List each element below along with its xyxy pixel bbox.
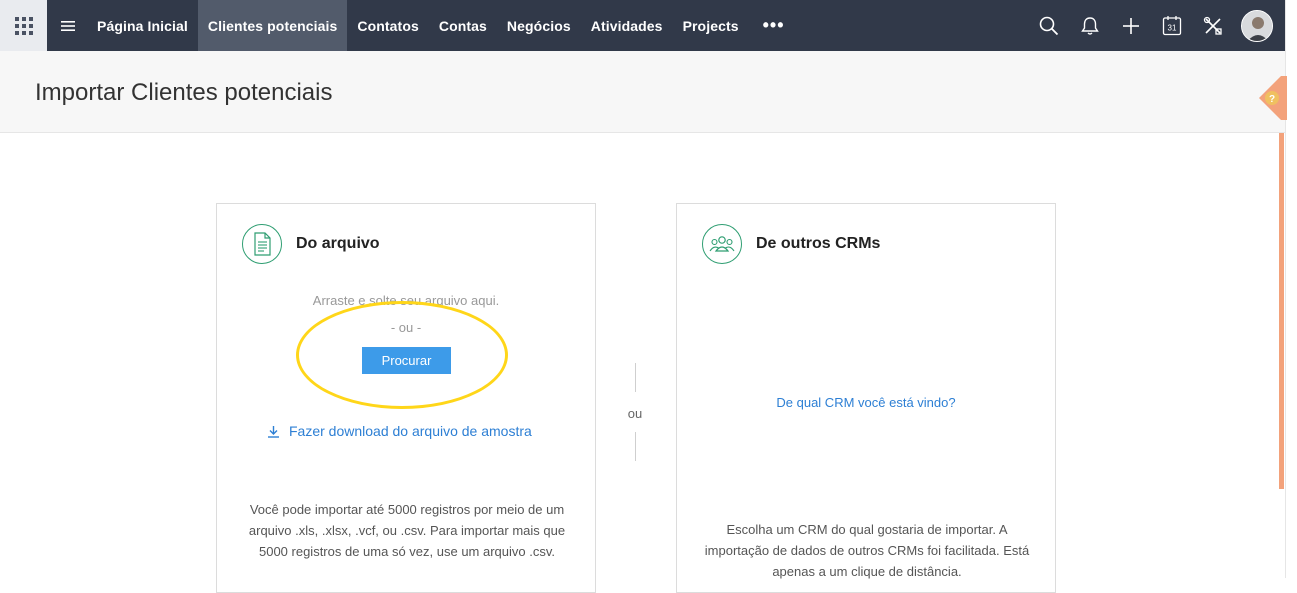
- help-button[interactable]: ?: [1259, 76, 1287, 120]
- from-crm-description: Escolha um CRM do qual gostaria de impor…: [704, 522, 1030, 579]
- import-from-file-card: Do arquivo Arraste e solte seu arquivo a…: [216, 203, 596, 593]
- help-label: ?: [1269, 94, 1275, 105]
- browse-button[interactable]: Procurar: [362, 347, 451, 374]
- separator-line-bottom: [635, 432, 636, 461]
- from-file-description: Você pode importar até 5000 registros po…: [248, 502, 566, 559]
- apps-grid-icon[interactable]: [0, 0, 47, 51]
- plus-icon[interactable]: [1110, 0, 1151, 51]
- page-title: Importar Clientes potenciais: [35, 79, 333, 106]
- nav-tab-projects[interactable]: Projects: [673, 0, 749, 51]
- search-icon[interactable]: [1028, 0, 1069, 51]
- download-icon: [268, 425, 279, 438]
- import-from-crm-card: De outros CRMs De qual CRM você está vin…: [676, 203, 1056, 593]
- download-sample-link[interactable]: Fazer download do arquivo de amostra: [267, 423, 532, 439]
- calendar-icon[interactable]: 31: [1151, 0, 1192, 51]
- nav-tab-accounts[interactable]: Contas: [429, 0, 497, 51]
- more-tabs-button[interactable]: •••: [749, 0, 799, 51]
- crm-selection-link[interactable]: De qual CRM você está vindo?: [677, 395, 1055, 410]
- separator-or: ou: [627, 406, 643, 421]
- bell-icon[interactable]: [1069, 0, 1110, 51]
- user-avatar[interactable]: [1241, 9, 1273, 42]
- tools-icon[interactable]: [1192, 0, 1233, 51]
- nav-tab-contacts[interactable]: Contatos: [347, 0, 428, 51]
- svg-text:31: 31: [1167, 24, 1176, 33]
- nav-tab-leads[interactable]: Clientes potenciais: [197, 0, 348, 51]
- nav-tab-activities[interactable]: Atividades: [581, 0, 673, 51]
- nav-tab-home[interactable]: Página Inicial: [87, 0, 198, 51]
- document-icon: [242, 224, 282, 264]
- users-group-icon: [702, 224, 742, 264]
- scrollbar-thumb[interactable]: [1279, 132, 1284, 489]
- nav-tab-deals[interactable]: Negócios: [497, 0, 581, 51]
- drop-zone-text[interactable]: Arraste e solte seu arquivo aqui.: [217, 293, 595, 308]
- card-title-from-crm: De outros CRMs: [756, 235, 881, 252]
- separator-line-top: [635, 363, 636, 392]
- download-sample-label[interactable]: Fazer download do arquivo de amostra: [289, 423, 532, 439]
- or-divider-text: - ou -: [390, 320, 422, 335]
- header-actions: 31: [1028, 0, 1285, 51]
- page-header: Importar Clientes potenciais: [0, 51, 1285, 133]
- top-navigation-bar: Página Inicial Clientes potenciais Conta…: [0, 0, 1285, 51]
- card-title-from-file: Do arquivo: [296, 235, 380, 252]
- hamburger-menu-icon[interactable]: [49, 0, 87, 51]
